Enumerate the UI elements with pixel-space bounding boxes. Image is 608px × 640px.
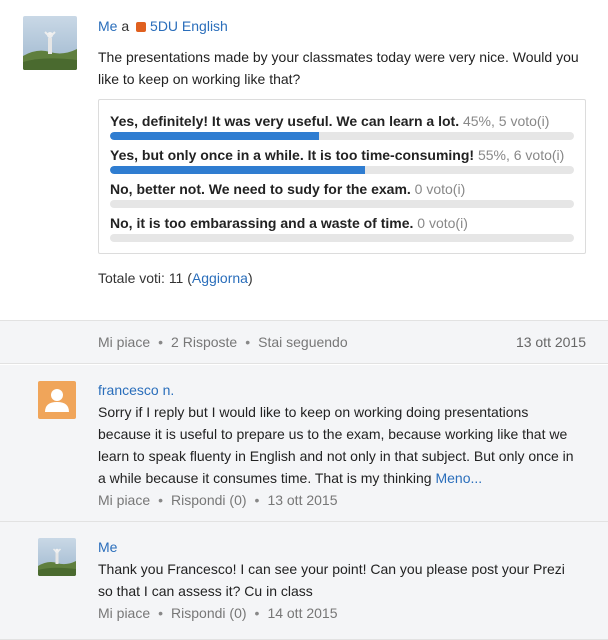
post-connector: a — [121, 18, 130, 34]
like-button[interactable]: Mi piace — [98, 334, 150, 350]
reply-date[interactable]: 14 ott 2015 — [267, 605, 337, 621]
reply-like-button[interactable]: Mi piace — [98, 605, 150, 621]
reply-text: Sorry if I reply but I would like to kee… — [98, 401, 582, 489]
poll-option[interactable]: No, better not. We need to sudy for the … — [110, 179, 574, 208]
reply-text: Thank you Francesco! I can see your poin… — [98, 561, 565, 599]
author-avatar[interactable] — [23, 16, 77, 70]
post-date[interactable]: 13 ott 2015 — [516, 334, 586, 350]
replies-link[interactable]: 2 Risposte — [171, 334, 237, 350]
poll-option-label: No, better not. We need to sudy for the … — [110, 181, 411, 197]
poll-bar — [110, 200, 574, 208]
reply-respond-button[interactable]: Rispondi (0) — [171, 492, 246, 508]
post-actions-bar: Mi piace • 2 Risposte • Stai seguendo 13 ott… — [0, 320, 608, 364]
poll-option-votes: 0 voto(i) — [417, 215, 468, 231]
reply-author-link[interactable]: francesco n. — [98, 381, 582, 399]
post-text: The presentations made by your classmate… — [98, 49, 579, 87]
separator-dot: • — [158, 605, 164, 621]
poll-option-votes: 45%, 5 voto(i) — [462, 113, 550, 129]
poll-option-label: Yes, definitely! It was very useful. We … — [110, 113, 460, 129]
poll-bar — [110, 132, 574, 140]
separator-dot: • — [245, 334, 251, 350]
poll-option-label: No, it is too embarassing and a waste of… — [110, 215, 414, 231]
poll-option[interactable]: Yes, definitely! It was very useful. We … — [110, 111, 574, 140]
reply-author-avatar[interactable] — [38, 538, 76, 576]
refresh-link[interactable]: Aggiorna — [192, 270, 248, 286]
reply-text-body: Sorry if I reply but I would like to kee… — [98, 404, 574, 486]
reply-item: Me Thank you Francesco! I can see your p… — [0, 522, 608, 640]
poll-bar-fill — [110, 166, 366, 174]
post: Me a 5DU English The presentations made … — [0, 0, 608, 320]
default-avatar-icon[interactable] — [38, 381, 76, 419]
reply-actions: Mi piace • Rispondi (0) • 13 ott 2015 — [98, 490, 582, 510]
poll-option[interactable]: Yes, but only once in a while. It is too… — [110, 145, 574, 174]
group-link[interactable]: 5DU English — [150, 18, 228, 34]
poll-option-label: Yes, but only once in a while. It is too… — [110, 147, 475, 163]
following-button[interactable]: Stai seguendo — [258, 334, 348, 350]
separator-dot: • — [158, 334, 164, 350]
reply-like-button[interactable]: Mi piace — [98, 492, 150, 508]
poll: Yes, definitely! It was very useful. We … — [98, 99, 586, 254]
poll-total-suffix: ) — [247, 270, 253, 286]
reply-author-link[interactable]: Me — [98, 538, 582, 556]
poll-bar-fill — [110, 132, 319, 140]
separator-dot: • — [254, 492, 260, 508]
poll-bar — [110, 166, 574, 174]
less-link[interactable]: Meno... — [435, 470, 482, 486]
reply-actions: Mi piace • Rispondi (0) • 14 ott 2015 — [98, 603, 582, 623]
poll-total-prefix: Totale voti: 11 ( — [98, 270, 192, 286]
poll-option-votes: 55%, 6 voto(i) — [477, 147, 565, 163]
reply-date[interactable]: 13 ott 2015 — [267, 492, 337, 508]
poll-total: Totale voti: 11 (Aggiorna) — [98, 270, 586, 286]
poll-bar — [110, 234, 574, 242]
separator-dot: • — [158, 492, 164, 508]
group-icon — [136, 22, 147, 32]
reply-respond-button[interactable]: Rispondi (0) — [171, 605, 246, 621]
post-author-link[interactable]: Me — [98, 18, 117, 34]
poll-option[interactable]: No, it is too embarassing and a waste of… — [110, 213, 574, 242]
reply-item: francesco n. Sorry if I reply but I woul… — [0, 365, 608, 522]
separator-dot: • — [254, 605, 260, 621]
poll-option-votes: 0 voto(i) — [414, 181, 466, 197]
post-header: Me a 5DU English — [98, 16, 586, 38]
